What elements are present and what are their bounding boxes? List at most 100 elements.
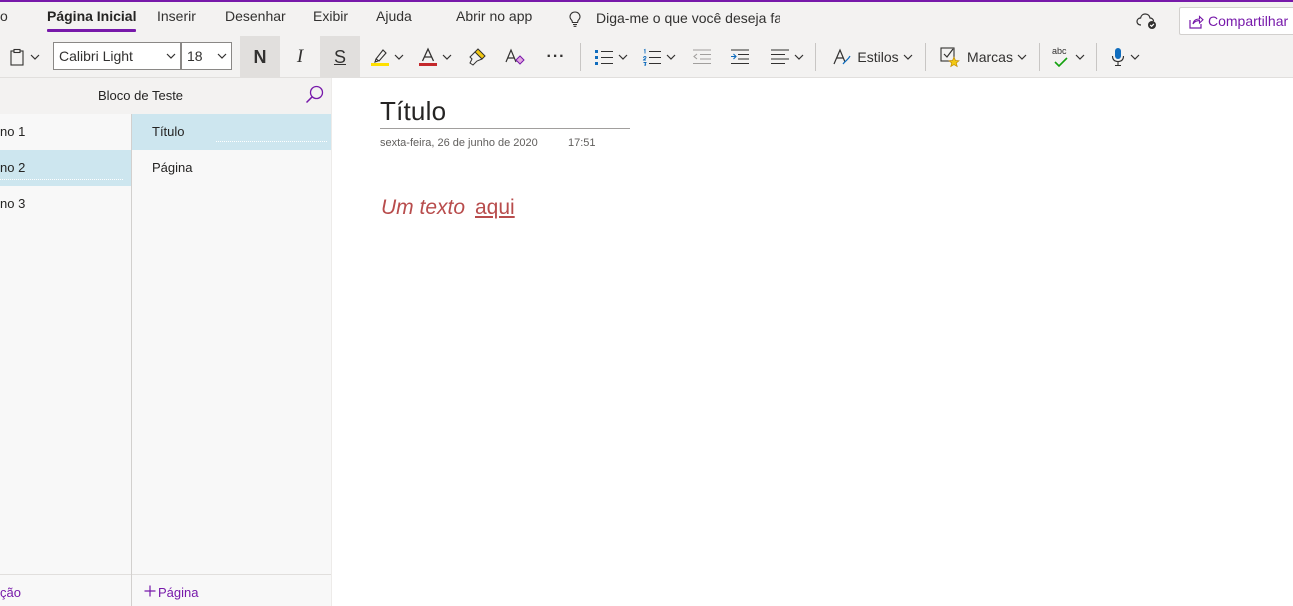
tell-me-search[interactable]: Diga-me o que você deseja fazer	[566, 8, 780, 32]
toolbar-separator	[1096, 43, 1097, 71]
tell-me-text: Diga-me o que você deseja fazer	[596, 10, 780, 26]
chevron-down-icon	[30, 54, 40, 60]
font-name-select[interactable]: Calibri Light	[53, 42, 181, 70]
sync-status-icon[interactable]	[1135, 10, 1159, 30]
font-color-button[interactable]	[414, 36, 456, 78]
page-item-selected[interactable]: Título	[132, 114, 331, 150]
bold-button[interactable]: N	[240, 36, 280, 78]
format-painter-button[interactable]	[462, 36, 492, 78]
dictate-button[interactable]	[1104, 36, 1146, 78]
more-options-button[interactable]: ···	[538, 36, 574, 78]
title-underline	[380, 128, 630, 129]
tab-exibir[interactable]: Exibir	[313, 8, 348, 32]
note-text[interactable]: Um texto	[381, 196, 465, 220]
font-size-select[interactable]: 18	[181, 42, 232, 70]
lightbulb-icon	[569, 11, 581, 27]
align-left-icon	[771, 49, 789, 65]
page-label: Página	[152, 160, 193, 175]
page-label: Título	[152, 124, 185, 139]
notebook-header: Bloco de Teste	[0, 78, 331, 114]
section-item-selected[interactable]: no 2	[0, 150, 131, 186]
toolbar-separator	[1039, 43, 1040, 71]
increase-indent-button[interactable]	[726, 36, 754, 78]
chevron-down-icon	[618, 54, 628, 60]
chevron-down-icon	[394, 54, 404, 60]
bullets-button[interactable]	[590, 36, 632, 78]
section-label: no 3	[0, 196, 26, 211]
toolbar-separator	[815, 43, 816, 71]
numbered-list-icon	[642, 48, 661, 66]
align-button[interactable]	[766, 36, 808, 78]
toolbar-separator	[925, 43, 926, 71]
share-button[interactable]: Compartilhar	[1179, 7, 1293, 35]
share-icon	[1189, 15, 1204, 29]
add-page-button[interactable]: Página	[132, 574, 331, 606]
menu-bar: o Página Inicial Inserir Desenhar Exibir…	[0, 2, 1293, 36]
section-item[interactable]: no 3	[0, 186, 131, 222]
chevron-down-icon	[666, 54, 676, 60]
tab-ajuda[interactable]: Ajuda	[376, 8, 412, 32]
chevron-down-icon	[1130, 54, 1140, 60]
open-in-app-button[interactable]: Abrir no app	[456, 8, 532, 32]
page-canvas[interactable]	[332, 78, 1293, 606]
bullet-list-icon	[595, 50, 613, 65]
underline-glyph: S	[333, 46, 346, 67]
clear-formatting-button[interactable]	[500, 36, 530, 78]
chevron-down-icon	[442, 54, 452, 60]
format-painter-icon	[469, 48, 486, 66]
tags-button[interactable]: Marcas	[934, 36, 1032, 78]
check-mark-icon	[1054, 57, 1068, 67]
note-link[interactable]: aqui	[475, 196, 515, 220]
toolbar-separator	[580, 43, 581, 71]
underline-button[interactable]: S	[320, 36, 360, 78]
chevron-down-icon	[1075, 54, 1085, 60]
tags-label: Marcas	[967, 49, 1013, 65]
plus-icon	[144, 585, 156, 597]
styles-icon	[833, 48, 851, 65]
decrease-indent-button[interactable]	[688, 36, 716, 78]
tab-inserir[interactable]: Inserir	[157, 8, 196, 32]
add-section-button[interactable]: ção	[0, 574, 131, 606]
tab-arquivo[interactable]: o	[0, 8, 8, 32]
chevron-down-icon	[166, 53, 176, 59]
spellcheck-icon: abc	[1051, 46, 1071, 68]
font-color-icon	[419, 47, 437, 66]
add-section-label: ção	[0, 585, 21, 600]
styles-label: Estilos	[857, 49, 899, 65]
chevron-down-icon	[903, 54, 913, 60]
decrease-indent-icon	[693, 49, 711, 65]
italic-button[interactable]: I	[280, 36, 320, 78]
spelling-button[interactable]: abc	[1046, 36, 1090, 78]
section-item[interactable]: no 1	[0, 114, 131, 150]
page-date: sexta-feira, 26 de junho de 2020	[380, 137, 538, 149]
chevron-down-icon	[1017, 54, 1027, 60]
paste-button[interactable]	[4, 36, 44, 78]
ribbon-toolbar: Calibri Light 18 N I S ··· Estilos Marca…	[0, 36, 1293, 78]
page-time: 17:51	[568, 137, 596, 149]
onenote-app: o Página Inicial Inserir Desenhar Exibir…	[0, 0, 1293, 606]
tab-desenhar[interactable]: Desenhar	[225, 8, 286, 32]
notebook-name[interactable]: Bloco de Teste	[98, 88, 183, 103]
search-icon[interactable]	[304, 84, 326, 106]
tag-checkbox-icon	[940, 47, 960, 68]
page-title[interactable]: Título	[380, 96, 446, 127]
page-item[interactable]: Página	[132, 150, 331, 186]
chevron-down-icon	[217, 53, 227, 59]
add-page-label: Página	[158, 585, 199, 600]
pages-pane	[132, 114, 331, 606]
italic-glyph: I	[296, 46, 304, 67]
chevron-down-icon	[794, 54, 804, 60]
numbering-button[interactable]	[638, 36, 680, 78]
microphone-icon	[1111, 48, 1125, 67]
font-size-value: 18	[187, 48, 203, 64]
increase-indent-icon	[731, 49, 749, 65]
highlighter-icon	[371, 49, 389, 66]
clear-formatting-icon	[505, 48, 525, 65]
share-label: Compartilhar	[1208, 13, 1289, 29]
tab-pagina-inicial[interactable]: Página Inicial	[47, 8, 137, 32]
section-label: no 1	[0, 124, 26, 139]
clipboard-icon	[10, 48, 24, 66]
highlight-button[interactable]	[366, 36, 408, 78]
section-label: no 2	[0, 160, 26, 175]
styles-button[interactable]: Estilos	[826, 36, 918, 78]
